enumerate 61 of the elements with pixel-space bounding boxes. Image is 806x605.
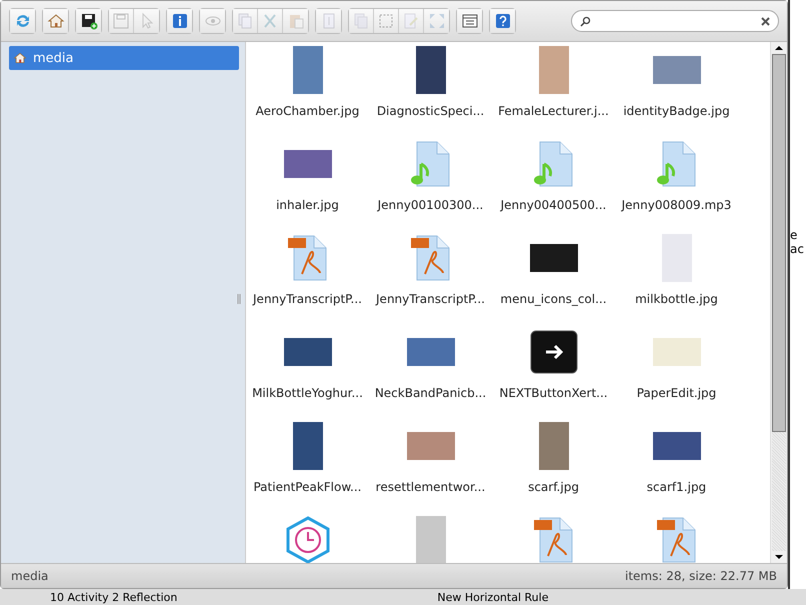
file-name: JennyTranscriptP... [376, 292, 485, 306]
arrow-button-graphic[interactable] [530, 330, 578, 374]
save-icon [112, 12, 130, 30]
photo-placeholder[interactable] [530, 244, 578, 272]
file-name: scarf.jpg [528, 480, 579, 494]
file-name: FemaleLecturer.j... [498, 104, 609, 118]
home-icon [46, 12, 64, 30]
file-name: DiagnosticSpeci... [376, 104, 484, 118]
file-name: menu_icons_col... [500, 292, 607, 306]
background-text: ac [790, 242, 805, 256]
clock-icon[interactable] [284, 516, 330, 563]
scroll-thumb[interactable] [772, 54, 786, 432]
photo-placeholder[interactable] [284, 338, 332, 366]
clear-icon[interactable] [761, 16, 770, 26]
file-name: JennyTranscriptP... [253, 292, 362, 306]
photo-placeholder[interactable] [416, 46, 446, 94]
resize-handle-icon[interactable] [237, 294, 241, 304]
file-name: Jenny008009.mp3 [622, 198, 732, 212]
file-name: NEXTButtonXert... [499, 386, 608, 400]
file-name: Jenny00100300... [378, 198, 484, 212]
file-name: PatientPeakFlow... [253, 480, 362, 494]
save-plus-icon [80, 12, 98, 30]
file-name: AeroChamber.jpg [256, 104, 360, 118]
edit-icon [402, 12, 420, 30]
file-name: milkbottle.jpg [635, 292, 718, 306]
background-text: e [790, 228, 798, 242]
photo-placeholder[interactable] [652, 432, 700, 460]
file-name: scarf1.jpg [646, 480, 706, 494]
file-name: PaperEdit.jpg [636, 386, 716, 400]
folder-tree-item[interactable]: media [9, 46, 239, 70]
copy-icon [236, 12, 254, 30]
resize-icon [428, 12, 446, 30]
current-folder-text: media [11, 569, 48, 583]
photo-placeholder[interactable] [652, 338, 700, 366]
photo-placeholder[interactable] [284, 150, 332, 178]
search-field[interactable] [571, 10, 779, 32]
photo-placeholder[interactable] [652, 56, 700, 84]
photo-placeholder[interactable] [292, 46, 322, 94]
photo-placeholder[interactable] [538, 46, 568, 94]
scrollbar[interactable] [770, 42, 787, 563]
window-icon [460, 12, 478, 30]
background-text: New Horizontal Rule [437, 590, 548, 604]
background-text: 10 Activity 2 Reflection [50, 590, 178, 604]
selection-icon [377, 12, 395, 30]
file-name: NeckBandPanicb... [374, 386, 486, 400]
photo-placeholder[interactable] [292, 422, 322, 470]
photo-placeholder[interactable] [538, 422, 568, 470]
file-name: Jenny00400500... [500, 198, 606, 212]
info-icon [170, 12, 188, 30]
photo-placeholder[interactable] [406, 338, 454, 366]
home-icon [13, 51, 27, 65]
duplicate-icon [352, 12, 370, 30]
photo-placeholder[interactable] [406, 432, 454, 460]
file-name: MilkBottleYoghur... [252, 386, 363, 400]
file-name: resettlementwor... [376, 480, 486, 494]
folder-summary-text: items: 28, size: 22.77 MB [625, 569, 777, 583]
file-name: inhaler.jpg [276, 198, 339, 212]
photo-placeholder[interactable] [416, 516, 446, 563]
search-icon [580, 16, 591, 26]
file-name: identityBadge.jpg [623, 104, 730, 118]
help-icon [494, 12, 512, 30]
